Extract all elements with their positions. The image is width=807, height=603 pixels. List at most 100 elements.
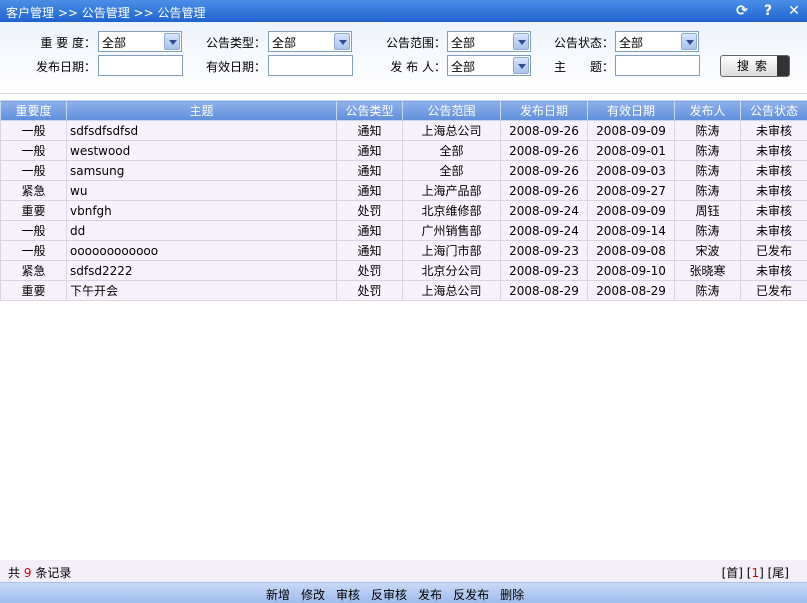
chevron-down-icon[interactable] <box>513 33 529 50</box>
importance-cell: 重要 <box>0 280 67 301</box>
importance-cell: 一般 <box>0 140 67 161</box>
table-row[interactable]: 重要 下午开会 处罚 上海总公司 2008-08-29 2008-08-29 陈涛 已发布 <box>0 280 807 301</box>
publish-date-cell: 2008-08-29 <box>500 280 588 301</box>
column-header[interactable]: 发布日期 <box>500 100 588 121</box>
table-row[interactable]: 重要 vbnfgh 处罚 北京维修部 2008-09-24 2008-09-09 周钰 未审核 <box>0 200 807 221</box>
subject-cell: 下午开会 <box>66 280 337 301</box>
status-cell: 未审核 <box>740 180 807 201</box>
subject-cell: oooooooooooo <box>66 240 337 261</box>
record-footer: 共 9 条记录 [首] [1] [尾] <box>0 560 807 582</box>
valid-date-input[interactable] <box>268 55 353 76</box>
table-row[interactable]: 一般 sdfsdfsdfsd 通知 上海总公司 2008-09-26 2008-09-09… <box>0 120 807 141</box>
publish-date-cell: 2008-09-24 <box>500 200 588 221</box>
unapprove-button[interactable]: 反审核 <box>371 586 407 603</box>
type-cell: 通知 <box>336 240 403 261</box>
subject-cell: samsung <box>66 160 337 181</box>
table-row[interactable]: 紧急 wu 通知 上海产品部 2008-09-26 2008-09-27 陈涛 未审核 <box>0 180 807 201</box>
valid-date-cell: 2008-09-01 <box>587 140 675 161</box>
publisher-cell: 张晓寒 <box>674 260 741 281</box>
status-cell: 已发布 <box>740 280 807 301</box>
approve-button[interactable]: 审核 <box>336 586 360 603</box>
publish-date-label: 发布日期： <box>35 60 96 74</box>
subject-label: 主 题： <box>553 60 614 74</box>
table-row[interactable]: 一般 oooooooooooo 通知 上海门市部 2008-09-23 2008-09-0… <box>0 240 807 261</box>
refresh-icon[interactable]: ⟳ <box>733 2 751 20</box>
unpublish-button[interactable]: 反发布 <box>453 586 489 603</box>
search-button[interactable]: 搜索 <box>720 55 790 77</box>
scope-cell: 上海产品部 <box>402 180 501 201</box>
type-cell: 通知 <box>336 120 403 141</box>
table-row[interactable]: 紧急 sdfsd2222 处罚 北京分公司 2008-09-23 2008-09-10 张晓… <box>0 260 807 281</box>
scope-label: 公告范围： <box>385 36 446 50</box>
importance-select[interactable]: 全部 <box>98 31 182 52</box>
publish-date-cell: 2008-09-26 <box>500 160 588 181</box>
type-cell: 通知 <box>336 180 403 201</box>
importance-cell: 一般 <box>0 120 67 141</box>
subject-input[interactable] <box>615 55 700 76</box>
publish-date-cell: 2008-09-26 <box>500 180 588 201</box>
chevron-down-icon[interactable] <box>513 57 529 74</box>
column-header[interactable]: 重要度 <box>0 100 67 121</box>
search-panel: 重 要 度： 全部 公告类型： 全部 公告范围： 全部 公告状态： 全部 发布日… <box>0 22 807 94</box>
status-label: 公告状态： <box>553 36 614 50</box>
chevron-down-icon[interactable] <box>681 33 697 50</box>
type-label: 公告类型： <box>205 36 266 50</box>
column-header[interactable]: 公告范围 <box>402 100 501 121</box>
subject-cell: vbnfgh <box>66 200 337 221</box>
type-cell: 处罚 <box>336 260 403 281</box>
status-cell: 未审核 <box>740 120 807 141</box>
publish-date-cell: 2008-09-23 <box>500 260 588 281</box>
publisher-cell: 陈涛 <box>674 280 741 301</box>
table-row[interactable]: 一般 samsung 通知 全部 2008-09-26 2008-09-03 陈涛 未审核 <box>0 160 807 181</box>
table-header-row: 重要度 主题 公告类型 公告范围 发布日期 有效日期 发布人 公告状态 <box>0 100 807 121</box>
action-bar: 新增 修改 审核 反审核 发布 反发布 删除 <box>0 582 807 603</box>
publisher-label: 发 布 人： <box>390 60 446 74</box>
importance-label: 重 要 度： <box>40 36 96 50</box>
valid-date-cell: 2008-09-03 <box>587 160 675 181</box>
status-select[interactable]: 全部 <box>615 31 699 52</box>
publisher-cell: 陈涛 <box>674 140 741 161</box>
scope-cell: 北京维修部 <box>402 200 501 221</box>
table-row[interactable]: 一般 westwood 通知 全部 2008-09-26 2008-09-01 陈涛 未审核 <box>0 140 807 161</box>
type-cell: 通知 <box>336 220 403 241</box>
help-icon[interactable]: ? <box>759 2 777 20</box>
table-row[interactable]: 一般 dd 通知 广州销售部 2008-09-24 2008-09-14 陈涛 未审核 <box>0 220 807 241</box>
column-header[interactable]: 发布人 <box>674 100 741 121</box>
subject-cell: westwood <box>66 140 337 161</box>
column-header[interactable]: 主题 <box>66 100 337 121</box>
subject-cell: sdfsd2222 <box>66 260 337 281</box>
scope-cell: 上海总公司 <box>402 120 501 141</box>
column-header[interactable]: 有效日期 <box>587 100 675 121</box>
publisher-cell: 陈涛 <box>674 160 741 181</box>
pager-last-link[interactable]: [尾] <box>768 566 789 580</box>
publish-button[interactable]: 发布 <box>418 586 442 603</box>
close-icon[interactable]: ✕ <box>785 2 803 20</box>
delete-button[interactable]: 删除 <box>500 586 524 603</box>
status-cell: 未审核 <box>740 260 807 281</box>
publish-date-cell: 2008-09-26 <box>500 140 588 161</box>
scope-cell: 全部 <box>402 160 501 181</box>
chevron-down-icon[interactable] <box>164 33 180 50</box>
type-select[interactable]: 全部 <box>268 31 352 52</box>
valid-date-label: 有效日期： <box>205 60 266 74</box>
pager-first-link[interactable]: [首] <box>722 566 743 580</box>
scope-select[interactable]: 全部 <box>447 31 531 52</box>
type-cell: 处罚 <box>336 280 403 301</box>
publisher-cell: 宋波 <box>674 240 741 261</box>
importance-cell: 一般 <box>0 240 67 261</box>
valid-date-cell: 2008-08-29 <box>587 280 675 301</box>
column-header[interactable]: 公告状态 <box>740 100 807 121</box>
publisher-cell: 周钰 <box>674 200 741 221</box>
scope-cell: 广州销售部 <box>402 220 501 241</box>
chevron-down-icon[interactable] <box>334 33 350 50</box>
publish-date-input[interactable] <box>98 55 183 76</box>
breadcrumb: 客户管理 >> 公告管理 >> 公告管理 <box>6 6 206 20</box>
add-button[interactable]: 新增 <box>266 586 290 603</box>
valid-date-cell: 2008-09-09 <box>587 200 675 221</box>
importance-cell: 紧急 <box>0 260 67 281</box>
edit-button[interactable]: 修改 <box>301 586 325 603</box>
status-cell: 未审核 <box>740 200 807 221</box>
column-header[interactable]: 公告类型 <box>336 100 403 121</box>
publisher-select[interactable]: 全部 <box>447 55 531 76</box>
pager-current-page[interactable]: 1 <box>751 566 759 580</box>
